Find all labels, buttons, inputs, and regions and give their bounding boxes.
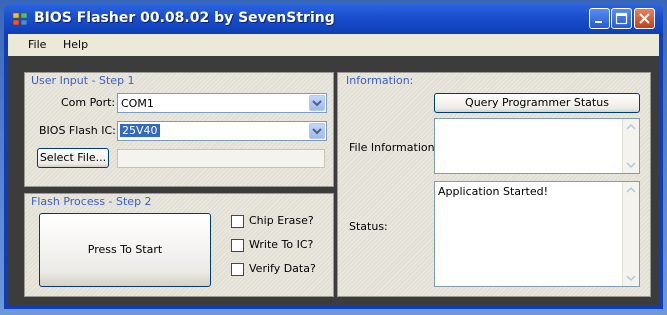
select-file-button[interactable]: Select File... [37, 148, 109, 168]
status-scrollbar[interactable] [622, 182, 639, 286]
com-port-value: COM1 [121, 97, 154, 110]
status-label: Status: [349, 220, 388, 233]
minimize-icon [595, 21, 602, 23]
app-icon [12, 11, 28, 27]
com-port-label: Com Port: [61, 96, 116, 109]
close-icon [639, 13, 650, 24]
flash-ic-label: BIOS Flash IC: [39, 124, 116, 137]
chevron-down-icon[interactable] [309, 123, 325, 139]
scroll-up-icon[interactable] [623, 182, 639, 199]
scroll-down-icon[interactable] [623, 156, 639, 173]
file-information-label: File Information: [349, 141, 439, 154]
status-field[interactable]: Application Started! [434, 181, 640, 287]
chip-erase-label: Chip Erase? [249, 214, 314, 227]
menu-file[interactable]: File [28, 38, 46, 51]
close-button[interactable] [634, 8, 655, 29]
chevron-down-icon[interactable] [309, 95, 325, 111]
file-path-field[interactable] [117, 149, 325, 168]
chip-erase-checkbox[interactable] [231, 215, 244, 228]
verify-data-checkbox[interactable] [231, 263, 244, 276]
file-info-scrollbar[interactable] [622, 119, 639, 173]
user-input-title: User Input - Step 1 [31, 74, 135, 87]
maximize-icon [615, 12, 628, 25]
scroll-up-icon[interactable] [623, 119, 639, 136]
client-area: User Input - Step 1 Com Port: COM1 BIOS … [4, 56, 663, 309]
write-to-ic-label: Write To IC? [249, 238, 314, 251]
information-title: Information: [346, 74, 414, 87]
window-title: BIOS Flasher 00.08.02 by SevenString [34, 10, 335, 26]
app-window: BIOS Flasher 00.08.02 by SevenString Fil… [4, 4, 663, 309]
query-programmer-status-button[interactable]: Query Programmer Status [434, 93, 640, 113]
scroll-down-icon[interactable] [623, 269, 639, 286]
write-to-ic-checkbox[interactable] [231, 239, 244, 252]
information-group: Information: Query Programmer Status Fil… [337, 72, 651, 297]
flash-ic-select[interactable]: 25V40 [117, 121, 327, 141]
status-value: Application Started! [438, 185, 548, 198]
menu-bar: File Help [4, 34, 663, 56]
menu-help[interactable]: Help [63, 38, 88, 51]
press-to-start-button[interactable]: Press To Start [39, 213, 211, 287]
user-input-group: User Input - Step 1 Com Port: COM1 BIOS … [24, 72, 334, 187]
file-information-field[interactable] [434, 118, 640, 174]
verify-data-label: Verify Data? [249, 262, 316, 275]
flash-process-group: Flash Process - Step 2 Press To Start Ch… [24, 193, 334, 297]
flash-ic-value: 25V40 [120, 124, 160, 137]
minimize-button[interactable] [589, 8, 610, 29]
flash-process-title: Flash Process - Step 2 [31, 195, 152, 208]
maximize-button[interactable] [611, 8, 632, 29]
com-port-select[interactable]: COM1 [117, 93, 327, 113]
title-bar[interactable]: BIOS Flasher 00.08.02 by SevenString [4, 4, 663, 34]
